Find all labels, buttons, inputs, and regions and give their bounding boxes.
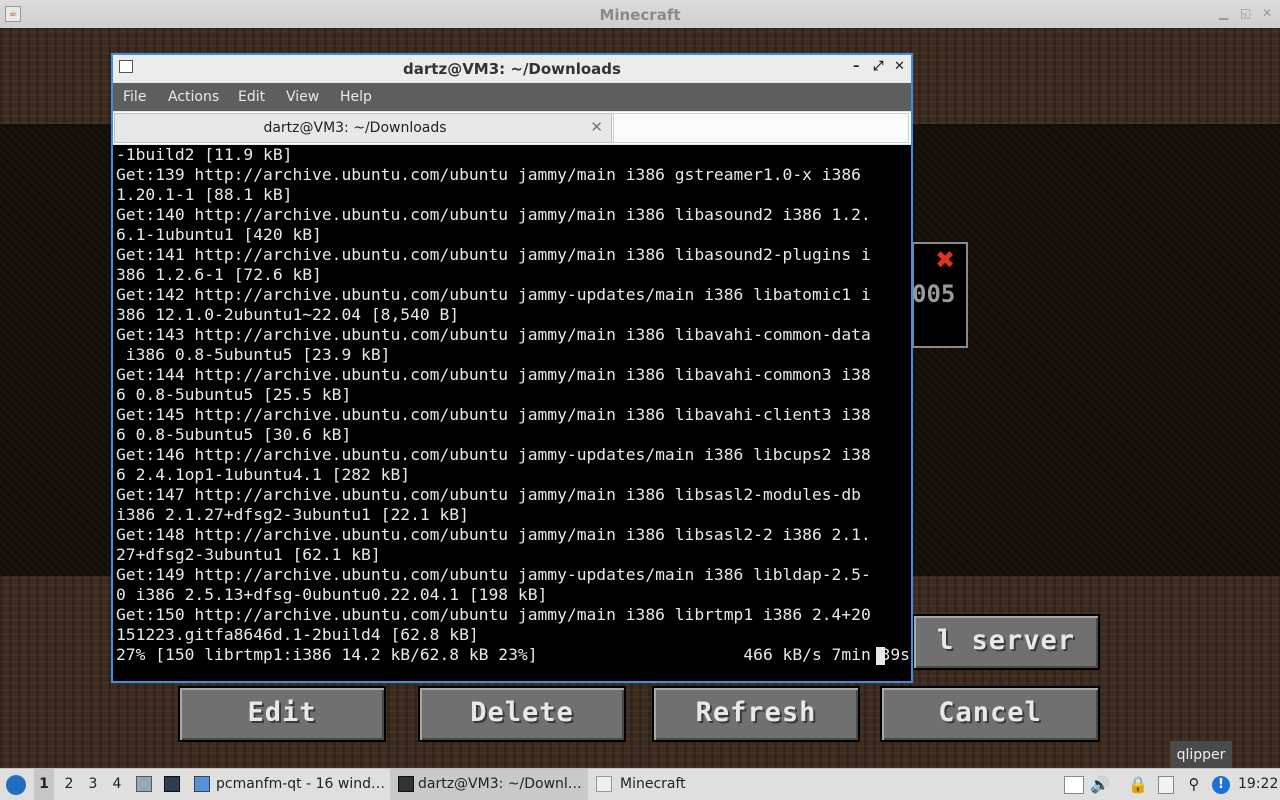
terminal-line: Get:146 http://archive.ubuntu.com/ubuntu…: [116, 445, 871, 464]
file-manager-icon[interactable]: [136, 776, 152, 792]
task-terminal[interactable]: dartz@VM3: ~/Downl…: [390, 769, 588, 800]
terminal-line: 6 2.4.1op1-1ubuntu4.1 [282 kB]: [116, 465, 411, 484]
terminal-window[interactable]: dartz@VM3: ~/Downloads – ⤢ ✕ File Action…: [111, 53, 913, 683]
menu-actions[interactable]: Actions: [168, 89, 219, 105]
minecraft-titlebar: ☕ Minecraft ▁ ◱ ✕: [0, 0, 1280, 29]
terminal-launcher-icon[interactable]: [164, 776, 180, 792]
cancel-button[interactable]: Cancel: [880, 686, 1100, 742]
workspace-3[interactable]: 3: [84, 769, 102, 800]
terminal-line: Get:149 http://archive.ubuntu.com/ubuntu…: [116, 565, 871, 584]
clipboard-icon[interactable]: [1158, 776, 1174, 794]
server-player-count: 005: [912, 280, 956, 308]
terminal-line: i386 0.8-5ubuntu5 [23.9 kB]: [116, 345, 391, 364]
workspace-4[interactable]: 4: [108, 769, 126, 800]
folder-icon: [194, 776, 210, 792]
terminal-line: 386 1.2.6-1 [72.6 kB]: [116, 265, 322, 284]
menu-edit[interactable]: Edit: [238, 89, 265, 105]
menu-file[interactable]: File: [123, 89, 146, 105]
terminal-line: Get:145 http://archive.ubuntu.com/ubuntu…: [116, 405, 871, 424]
terminal-tab[interactable]: dartz@VM3: ~/Downloads ✕: [114, 113, 612, 143]
start-menu-icon[interactable]: [6, 775, 26, 795]
task-minecraft[interactable]: Minecraft: [590, 769, 740, 800]
terminal-line: 1.20.1-1 [88.1 kB]: [116, 185, 293, 204]
tooltip: qlipper: [1170, 741, 1232, 769]
delete-button[interactable]: Delete: [418, 686, 626, 742]
edit-button[interactable]: Edit: [178, 686, 386, 742]
close-icon[interactable]: ✕: [1262, 6, 1272, 20]
terminal-line: 6.1-1ubuntu1 [420 kB]: [116, 225, 322, 244]
terminal-line: Get:142 http://archive.ubuntu.com/ubuntu…: [116, 285, 871, 304]
terminal-line: 151223.gitfa8646d.1-2build4 [62.8 kB]: [116, 625, 479, 644]
network-icon[interactable]: ⚲: [1184, 769, 1204, 800]
task-label: pcmanfm-qt - 16 wind…: [216, 776, 385, 792]
minimize-icon[interactable]: ▁: [1219, 6, 1228, 20]
window-title: Minecraft: [599, 6, 681, 24]
terminal-line: 6 0.8-5ubuntu5 [30.6 kB]: [116, 425, 352, 444]
close-icon[interactable]: ✕: [894, 59, 905, 74]
task-pcmanfm[interactable]: pcmanfm-qt - 16 wind…: [190, 769, 388, 800]
terminal-line: Get:148 http://archive.ubuntu.com/ubuntu…: [116, 525, 871, 544]
terminal-line: Get:141 http://archive.ubuntu.com/ubuntu…: [116, 245, 871, 264]
terminal-line: Get:143 http://archive.ubuntu.com/ubuntu…: [116, 325, 871, 344]
task-label: Minecraft: [620, 776, 686, 792]
task-label: dartz@VM3: ~/Downl…: [418, 776, 582, 792]
clock[interactable]: 19:22: [1238, 769, 1278, 800]
terminal-menubar: File Actions Edit View Help: [113, 83, 911, 111]
volume-icon[interactable]: 🔊: [1090, 769, 1110, 800]
terminal-line: Get:150 http://archive.ubuntu.com/ubuntu…: [116, 605, 871, 624]
terminal-titlebar[interactable]: dartz@VM3: ~/Downloads – ⤢ ✕: [113, 55, 911, 82]
java-icon: [596, 776, 612, 792]
workspace-1[interactable]: 1: [34, 769, 54, 800]
workspace-2[interactable]: 2: [60, 769, 78, 800]
taskbar: 1 2 3 4 pcmanfm-qt - 16 wind… dartz@VM3:…: [0, 768, 1280, 800]
terminal-line: Get:147 http://archive.ubuntu.com/ubuntu…: [116, 485, 861, 504]
maximize-icon[interactable]: ◱: [1240, 6, 1251, 20]
terminal-output[interactable]: -1build2 [11.9 kB] Get:139 http://archive…: [113, 145, 911, 681]
lock-icon[interactable]: 🔒: [1128, 769, 1148, 800]
terminal-line: 386 12.1.0-2ubuntu1~22.04 [8,540 B]: [116, 305, 460, 324]
add-server-button[interactable]: l server: [912, 614, 1100, 670]
maximize-icon[interactable]: ⤢: [873, 59, 883, 74]
terminal-line: 27+dfsg2-3ubuntu1 [62.1 kB]: [116, 545, 381, 564]
refresh-button[interactable]: Refresh: [652, 686, 860, 742]
minimize-icon[interactable]: –: [853, 59, 860, 74]
menu-view[interactable]: View: [286, 89, 319, 105]
tabbar-empty-space: [613, 113, 909, 143]
tab-close-icon[interactable]: ✕: [590, 118, 603, 136]
terminal-line: 0 i386 2.5.13+dfsg-0ubuntu0.22.04.1 [198…: [116, 585, 548, 604]
notification-icon[interactable]: [1064, 776, 1084, 794]
terminal-icon: [398, 776, 414, 792]
terminal-line: Get:140 http://archive.ubuntu.com/ubuntu…: [116, 205, 871, 224]
terminal-line: 6 0.8-5ubuntu5 [25.5 kB]: [116, 385, 352, 404]
terminal-line: -1build2 [11.9 kB]: [116, 145, 293, 164]
terminal-tab-label: dartz@VM3: ~/Downloads: [263, 120, 447, 136]
terminal-line: i386 2.1.27+dfsg2-3ubuntu1 [22.1 kB]: [116, 505, 469, 524]
update-alert-icon[interactable]: !: [1212, 776, 1230, 794]
terminal-title: dartz@VM3: ~/Downloads: [403, 60, 621, 78]
terminal-line: 27% [150 librtmp1:i386 14.2 kB/62.8 kB 2…: [116, 645, 910, 664]
terminal-line: Get:139 http://archive.ubuntu.com/ubuntu…: [116, 165, 861, 184]
menu-help[interactable]: Help: [340, 89, 372, 105]
terminal-tabbar: dartz@VM3: ~/Downloads ✕: [113, 112, 911, 144]
terminal-line: Get:144 http://archive.ubuntu.com/ubuntu…: [116, 365, 871, 384]
server-offline-icon: ✖: [934, 246, 956, 274]
